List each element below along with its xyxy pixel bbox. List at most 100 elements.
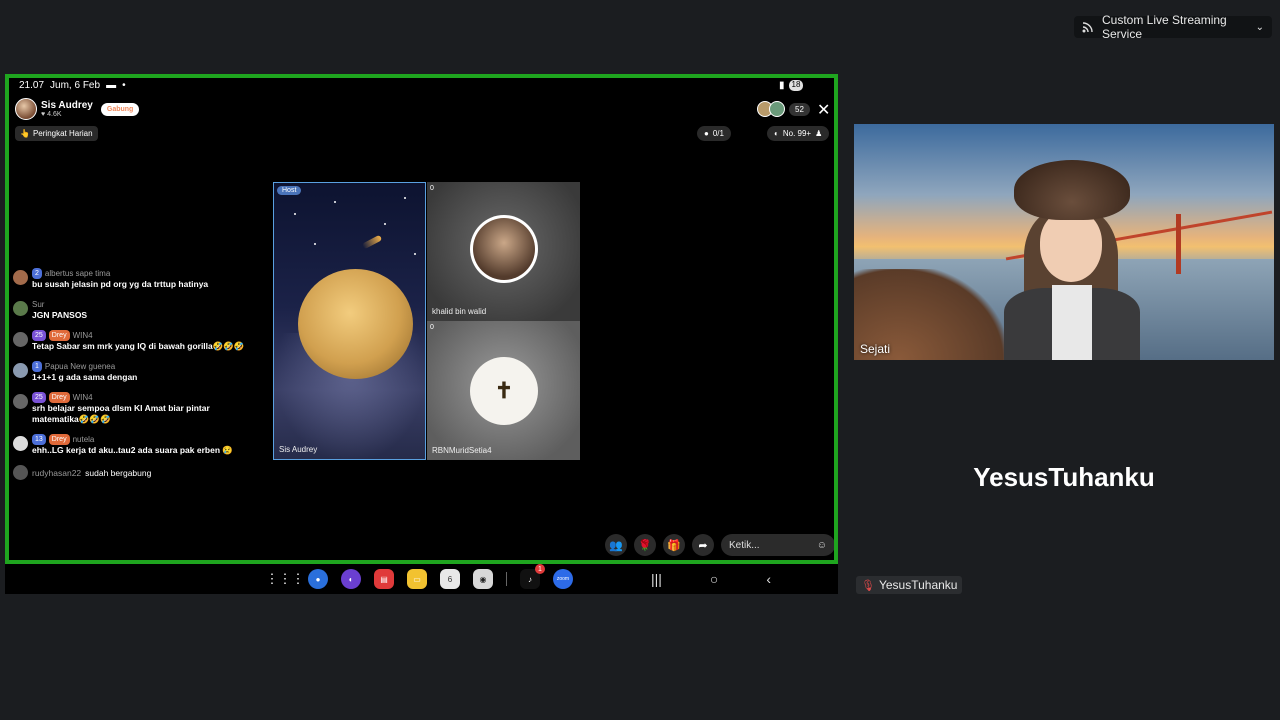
host-name: Sis Audrey xyxy=(41,100,93,111)
chat-user: WIN4 xyxy=(72,393,93,402)
rank-number-chip[interactable]: ◐ No. 99+ ♟ xyxy=(767,126,830,141)
bridge-tower xyxy=(1176,214,1181,274)
viewer-list[interactable]: 52 xyxy=(757,101,810,117)
chat-message: 25 Drey WIN4 Tetap Sabar sm mrk yang IQ di… xyxy=(13,330,248,352)
custom-live-streaming-button[interactable]: Custom Live Streaming Service ⌄ xyxy=(1074,13,1272,41)
chat-text: bu susah jelasin pd org yg da trttup hat… xyxy=(32,279,209,289)
viewer-count: 52 xyxy=(789,102,810,116)
level-badge: 13 xyxy=(32,434,46,445)
comment-placeholder: Ketik... xyxy=(729,539,760,551)
daily-rank-chip[interactable]: 👆 Peringkat Harian xyxy=(15,126,98,141)
avatar-icon: ♟ xyxy=(815,129,823,138)
home-icon[interactable]: ○ xyxy=(710,571,718,587)
chat-avatar xyxy=(13,363,28,378)
messages-app-icon[interactable]: ● xyxy=(308,569,328,589)
guest-tile-rbn[interactable]: 0 ✝ RBNMuridSetia4 xyxy=(427,321,580,460)
fan-tag: Drey xyxy=(48,434,70,445)
fan-tag: Drey xyxy=(48,330,70,341)
host-header[interactable]: Sis Audrey ♥ 4.6K Gabung xyxy=(15,98,140,120)
wave-icon xyxy=(13,465,28,480)
gift-icon: ● xyxy=(704,129,709,138)
rocket-icon xyxy=(361,234,383,250)
guest-label: RBNMuridSetia4 xyxy=(432,446,492,455)
viewer-avatar xyxy=(769,101,785,117)
joined-user: rudyhasan22 xyxy=(32,467,82,478)
guest-label: khalid bin walid xyxy=(432,307,487,316)
signal-icon: ▮ xyxy=(779,80,785,91)
host-avatar[interactable] xyxy=(15,98,37,120)
chat-message: 25 Drey WIN4 srh belajar sempoa dlsm KI Am… xyxy=(13,392,248,425)
chat-avatar xyxy=(13,270,28,285)
webcam-participant-name: Sejati xyxy=(860,342,891,356)
host-badge: Host xyxy=(277,186,302,195)
dot-icon: • xyxy=(122,80,126,91)
chat-avatar xyxy=(13,394,28,409)
emoji-icon[interactable]: ☺ xyxy=(817,540,827,551)
3d-avatar xyxy=(982,160,1162,360)
cross-logo: ✝ xyxy=(470,357,538,425)
chat-text: srh belajar sempoa dlsm KI Amat biar pin… xyxy=(32,403,210,424)
guest-score: 0 xyxy=(430,324,434,331)
muted-mic-icon: 🎙 xyxy=(861,579,875,592)
gift-box-icon[interactable]: 🎁 xyxy=(663,534,685,556)
notes-app-icon[interactable]: ▤ xyxy=(374,569,394,589)
join-notice: rudyhasan22 sudah bergabung xyxy=(13,465,248,480)
recents-icon[interactable]: ||| xyxy=(651,571,662,587)
participant-name-tag[interactable]: 🎙 YesusTuhanku xyxy=(856,576,963,594)
level-badge: 25 xyxy=(32,392,46,403)
webcam-video-tile[interactable]: Sejati xyxy=(854,124,1274,360)
calendar-app-icon[interactable]: 6 xyxy=(440,569,460,589)
live-chat: 2 albertus sape tima bu susah jelasin pd … xyxy=(13,268,248,480)
chat-text: ehh..LG kerja td aku..tau2 ada suara pak… xyxy=(32,445,233,455)
chat-message: Sur JGN PANSOS xyxy=(13,299,248,321)
host-followers: ♥ 4.6K xyxy=(41,111,62,118)
comment-input[interactable]: Ketik... ☺ xyxy=(721,534,834,556)
participant-tag-label: YesusTuhanku xyxy=(878,578,958,592)
broadcast-icon xyxy=(1082,22,1093,33)
daily-rank-label: Peringkat Harian xyxy=(32,129,93,138)
shared-screen: 21.07 Jum, 6 Feb ▬ • ▮ 18 Sis Audrey ♥ 4… xyxy=(5,74,838,564)
share-icon[interactable]: ➦ xyxy=(692,534,714,556)
camera-app-icon[interactable]: ◉ xyxy=(473,569,493,589)
camera-status-icon: ▬ xyxy=(106,80,117,91)
chat-text: Tetap Sabar sm mrk yang IQ di bawah gori… xyxy=(32,341,245,351)
phone-date: Jum, 6 Feb xyxy=(50,80,101,91)
android-nav-bar: ⋮⋮⋮ ● ◐ ▤ ▭ 6 ◉ ♪ 1 zoom ||| ○ ‹ xyxy=(5,564,838,594)
nav-buttons: ||| ○ ‹ xyxy=(651,571,771,587)
joined-text: sudah bergabung xyxy=(85,467,152,478)
battery-indicator: 18 xyxy=(788,80,804,91)
live-toolbar: 👥 🌹 🎁 ➦ Ketik... ☺ xyxy=(605,534,834,556)
guest-score: 0 xyxy=(430,185,434,192)
chat-user: WIN4 xyxy=(72,331,93,340)
join-button[interactable]: Gabung xyxy=(100,102,140,116)
app-dock: ⋮⋮⋮ ● ◐ ▤ ▭ 6 ◉ ♪ 1 zoom xyxy=(266,564,573,589)
gift-progress-chip[interactable]: ● 0/1 xyxy=(697,126,731,141)
chat-user: Papua New guenea xyxy=(44,362,116,371)
back-icon[interactable]: ‹ xyxy=(766,571,771,587)
chat-text: JGN PANSOS xyxy=(32,310,88,320)
level-badge: 25 xyxy=(32,330,46,341)
guest-tile-khalid[interactable]: 0 khalid bin walid xyxy=(427,182,580,321)
guest-avatar xyxy=(470,215,538,283)
moon-icon: ◐ xyxy=(774,129,779,138)
stream-badge-label: Custom Live Streaming Service xyxy=(1102,13,1227,41)
phone-status-bar: 21.07 Jum, 6 Feb ▬ • ▮ 18 xyxy=(19,80,804,91)
fan-tag: Drey xyxy=(48,392,70,403)
notification-badge: 1 xyxy=(535,564,545,574)
host-video-tile[interactable]: Host Sis Audrey xyxy=(273,182,426,460)
chat-avatar xyxy=(13,436,28,451)
files-app-icon[interactable]: ▭ xyxy=(407,569,427,589)
close-icon[interactable]: ✕ xyxy=(817,100,830,120)
level-badge: 1 xyxy=(32,361,42,372)
chat-avatar xyxy=(13,332,28,347)
internet-app-icon[interactable]: ◐ xyxy=(341,569,361,589)
chat-text: 1+1+1 g ada sama dengan xyxy=(32,372,138,382)
rose-icon[interactable]: 🌹 xyxy=(634,534,656,556)
tiktok-app-icon[interactable]: ♪ 1 xyxy=(520,564,545,589)
app-drawer-icon[interactable]: ⋮⋮⋮ xyxy=(266,569,305,589)
phone-time: 21.07 xyxy=(19,80,45,91)
people-icon[interactable]: 👥 xyxy=(605,534,627,556)
zoom-app-icon[interactable]: zoom xyxy=(553,569,573,589)
level-badge: 2 xyxy=(32,268,42,279)
rank-number: No. 99+ xyxy=(782,129,812,138)
